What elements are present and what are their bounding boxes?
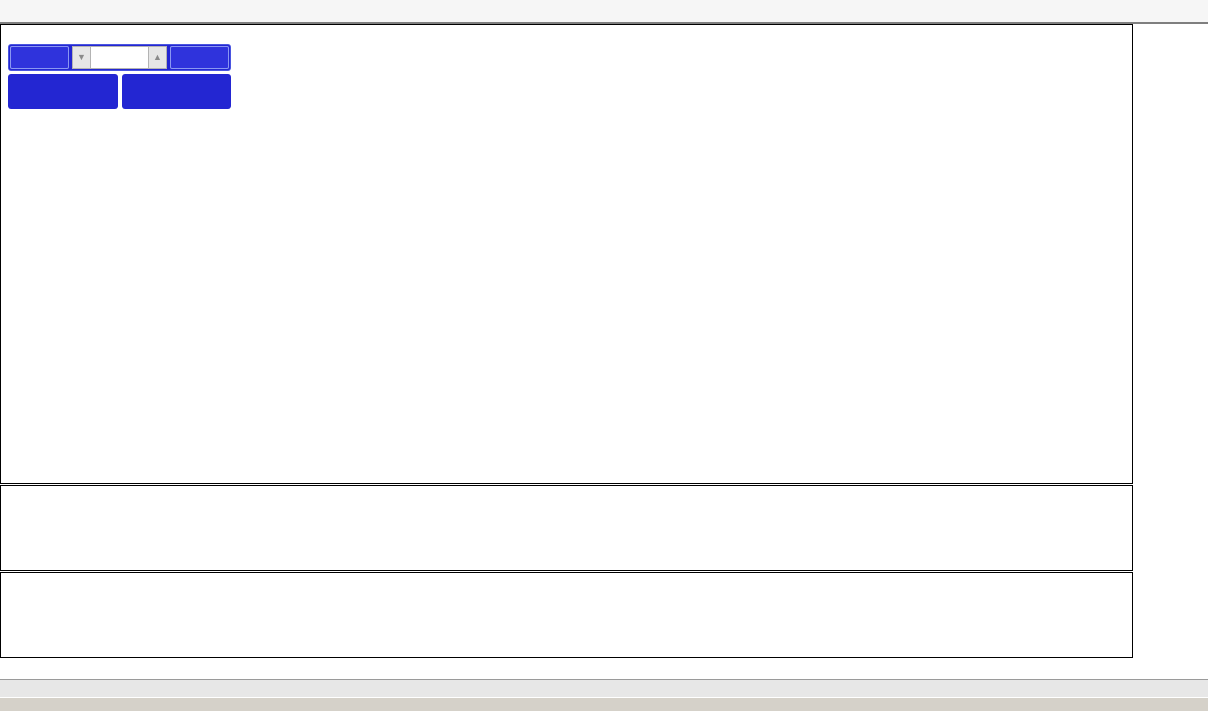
date-axis xyxy=(0,661,1135,676)
chart-title xyxy=(17,28,37,40)
status-bar xyxy=(0,697,1208,711)
buy-price-display[interactable] xyxy=(122,74,232,109)
volume-input[interactable] xyxy=(91,46,148,69)
trading-platform-window: ▼ ▲ xyxy=(0,0,1208,711)
sell-button[interactable] xyxy=(10,46,69,69)
macd-header xyxy=(6,489,16,501)
buy-button[interactable] xyxy=(170,46,229,69)
volume-stepper: ▼ ▲ xyxy=(72,46,167,69)
rsi-header xyxy=(6,576,16,588)
rsi-panel[interactable] xyxy=(0,572,1133,658)
timeframe-toolbar xyxy=(0,0,1208,24)
chart-tab-bar xyxy=(0,679,1208,699)
sell-price-display[interactable] xyxy=(8,74,118,109)
volume-decrease-button[interactable]: ▼ xyxy=(72,46,91,69)
one-click-trade-panel: ▼ ▲ xyxy=(8,44,231,109)
macd-panel[interactable] xyxy=(0,485,1133,571)
volume-increase-button[interactable]: ▲ xyxy=(148,46,167,69)
